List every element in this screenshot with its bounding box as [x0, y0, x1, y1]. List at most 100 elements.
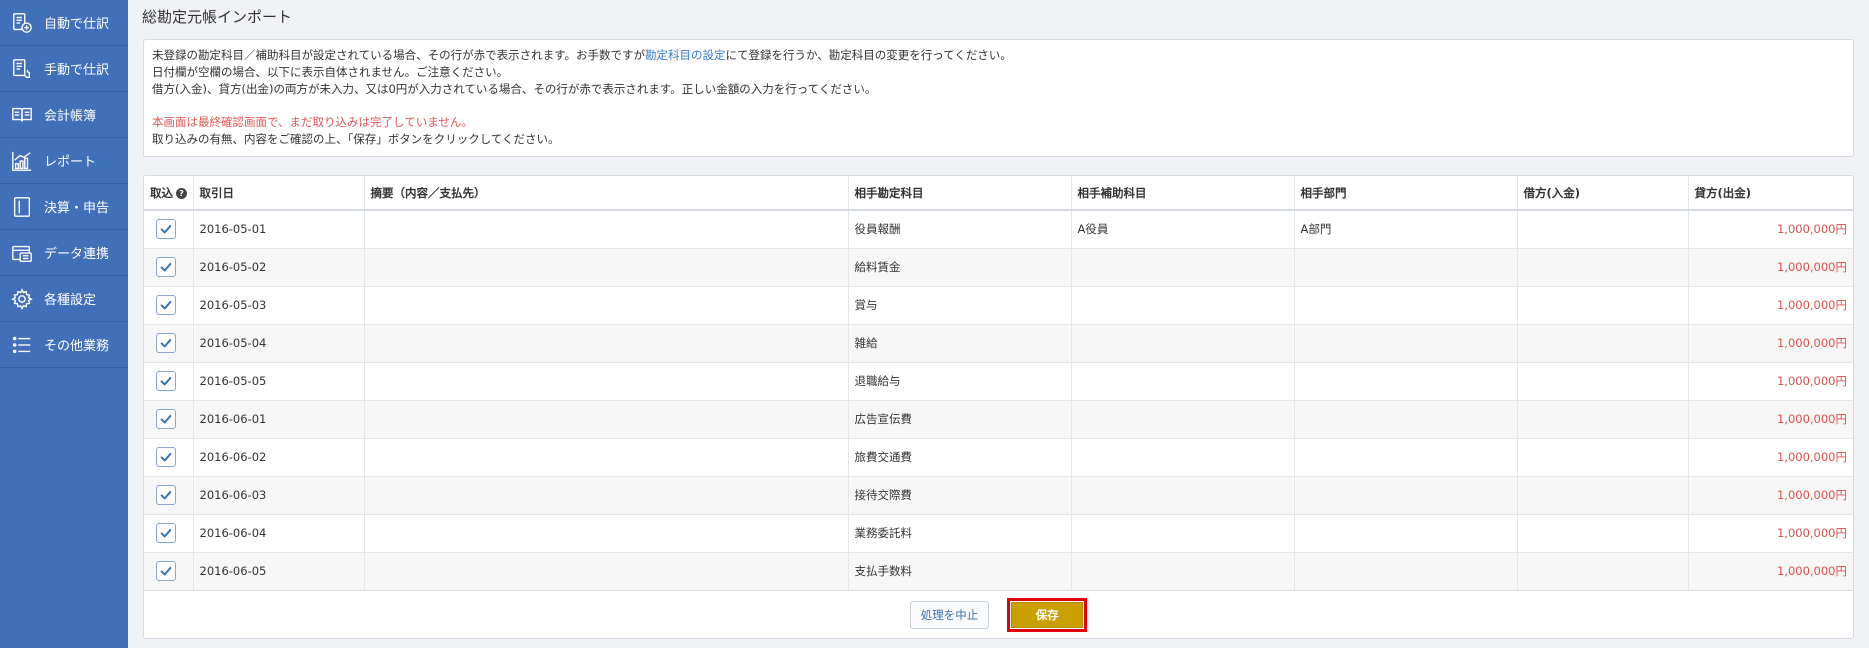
sidebar-item-settlement[interactable]: 決算・申告 — [0, 184, 128, 230]
sidebar-item-ledger[interactable]: 会計帳簿 — [0, 92, 128, 138]
department-cell — [1294, 514, 1518, 553]
department-cell — [1294, 438, 1518, 477]
account-cell: 広告宣伝費 — [848, 400, 1072, 439]
table-row: 2016-06-05 支払手数料 1,000,000円 — [144, 552, 1853, 591]
check-icon — [159, 222, 173, 236]
import-checkbox[interactable] — [156, 219, 176, 240]
notice-line-1: 未登録の勘定科目／補助科目が設定されている場合、その行が赤で表示されます。お手数… — [152, 47, 1845, 64]
import-checkbox[interactable] — [156, 561, 176, 581]
manual-journal-icon — [10, 57, 34, 81]
credit-cell: 1,000,000円 — [1688, 552, 1853, 591]
sidebar-item-settings[interactable]: 各種設定 — [0, 276, 128, 322]
import-cell — [144, 362, 194, 401]
date-cell: 2016-06-03 — [193, 476, 365, 515]
notice-line-5: 取り込みの有無、内容をご確認の上、「保存」ボタンをクリックしてください。 — [152, 132, 560, 146]
help-icon[interactable]: ? — [176, 187, 187, 199]
sidebar-item-label: 会計帳簿 — [44, 109, 97, 124]
sidebar-item-manual-journal[interactable]: 手動で仕訳 — [0, 46, 128, 92]
notice-line-3: 借方(入金)、貸方(出金)の両方が未入力、又は0円が入力されている場合、その行が… — [152, 82, 877, 96]
department-cell — [1294, 552, 1518, 591]
notice-box: 未登録の勘定科目／補助科目が設定されている場合、その行が赤で表示されます。お手数… — [143, 39, 1854, 157]
date-cell: 2016-06-05 — [193, 552, 365, 591]
credit-cell: 1,000,000円 — [1688, 286, 1853, 325]
debit-cell — [1517, 324, 1689, 363]
description-cell — [364, 400, 849, 439]
column-header-description: 摘要（内容／支払先） — [364, 176, 849, 211]
column-header-credit: 貸方(出金) — [1688, 176, 1853, 211]
import-cell — [144, 210, 194, 249]
account-cell: 業務委託料 — [848, 514, 1072, 553]
cancel-button[interactable]: 処理を中止 — [909, 600, 990, 629]
check-icon — [159, 260, 173, 274]
account-cell: 給料賃金 — [848, 248, 1072, 287]
credit-cell: 1,000,000円 — [1688, 324, 1853, 363]
account-settings-link[interactable]: 勘定科目の設定 — [645, 48, 726, 62]
debit-cell — [1517, 438, 1689, 477]
import-checkbox[interactable] — [156, 485, 176, 505]
table-footer: 処理を中止 保存 — [144, 590, 1853, 638]
import-checkbox[interactable] — [156, 371, 176, 391]
table-row: 2016-06-02 旅費交通費 1,000,000円 — [144, 438, 1853, 477]
import-checkbox[interactable] — [156, 409, 176, 429]
department-cell — [1294, 400, 1518, 439]
date-cell: 2016-06-04 — [193, 514, 365, 553]
account-cell: 接待交際費 — [848, 476, 1072, 515]
department-cell — [1294, 248, 1518, 287]
account-cell: 退職給与 — [848, 362, 1072, 401]
page-title: 総勘定元帳インポート — [142, 8, 293, 26]
save-button[interactable]: 保存 — [1011, 601, 1084, 628]
sidebar-item-auto-journal[interactable]: 自動で仕訳 — [0, 0, 128, 46]
credit-cell: 1,000,000円 — [1688, 438, 1853, 477]
check-icon — [159, 374, 173, 388]
sidebar-item-label: 自動で仕訳 — [44, 17, 110, 32]
date-cell: 2016-05-01 — [193, 210, 365, 249]
check-icon — [159, 298, 173, 312]
credit-cell: 1,000,000円 — [1688, 248, 1853, 287]
credit-cell: 1,000,000円 — [1688, 362, 1853, 401]
sub-account-cell — [1071, 476, 1295, 515]
debit-cell — [1517, 286, 1689, 325]
sub-account-cell — [1071, 400, 1295, 439]
sidebar-item-data-link[interactable]: データ連携 — [0, 230, 128, 276]
column-header-department: 相手部門 — [1294, 176, 1518, 211]
check-icon — [159, 336, 173, 350]
sub-account-cell — [1071, 552, 1295, 591]
gear-icon — [10, 287, 34, 311]
credit-cell: 1,000,000円 — [1688, 210, 1853, 249]
column-header-import: 取込? — [144, 176, 194, 211]
sub-account-cell — [1071, 248, 1295, 287]
table-row: 2016-06-01 広告宣伝費 1,000,000円 — [144, 400, 1853, 439]
sidebar-item-label: 手動で仕訳 — [44, 63, 110, 78]
debit-cell — [1517, 362, 1689, 401]
notice-text: にて登録を行うか、勘定科目の変更を行ってください。 — [725, 48, 1012, 62]
import-checkbox[interactable] — [156, 523, 176, 543]
table-header-row: 取込? 取引日 摘要（内容／支払先） 相手勘定科目 相手補助科目 相手部門 借方… — [144, 176, 1853, 211]
check-icon — [159, 488, 173, 502]
settlement-icon — [10, 195, 34, 219]
sidebar-item-report[interactable]: レポート — [0, 138, 128, 184]
sub-account-cell — [1071, 324, 1295, 363]
import-cell — [144, 248, 194, 287]
sidebar-item-label: データ連携 — [44, 247, 110, 262]
description-cell — [364, 438, 849, 477]
description-cell — [364, 552, 849, 591]
sidebar-item-label: レポート — [44, 155, 97, 170]
sub-account-cell — [1071, 362, 1295, 401]
sub-account-cell: A役員 — [1071, 210, 1295, 249]
date-cell: 2016-06-02 — [193, 438, 365, 477]
table-row: 2016-05-04 雑給 1,000,000円 — [144, 324, 1853, 363]
sidebar-item-other[interactable]: その他業務 — [0, 322, 128, 368]
import-checkbox[interactable] — [156, 257, 176, 277]
department-cell — [1294, 286, 1518, 325]
description-cell — [364, 324, 849, 363]
import-checkbox[interactable] — [156, 447, 176, 467]
credit-cell: 1,000,000円 — [1688, 476, 1853, 515]
import-checkbox[interactable] — [156, 295, 176, 315]
table-row: 2016-06-03 接待交際費 1,000,000円 — [144, 476, 1853, 515]
description-cell — [364, 210, 849, 249]
sidebar: 自動で仕訳 手動で仕訳 会計帳簿 レポート 決算・申告 データ連携 各種設定 そ… — [0, 0, 128, 648]
import-cell — [144, 324, 194, 363]
description-cell — [364, 476, 849, 515]
list-icon — [10, 333, 34, 357]
import-checkbox[interactable] — [156, 333, 176, 353]
